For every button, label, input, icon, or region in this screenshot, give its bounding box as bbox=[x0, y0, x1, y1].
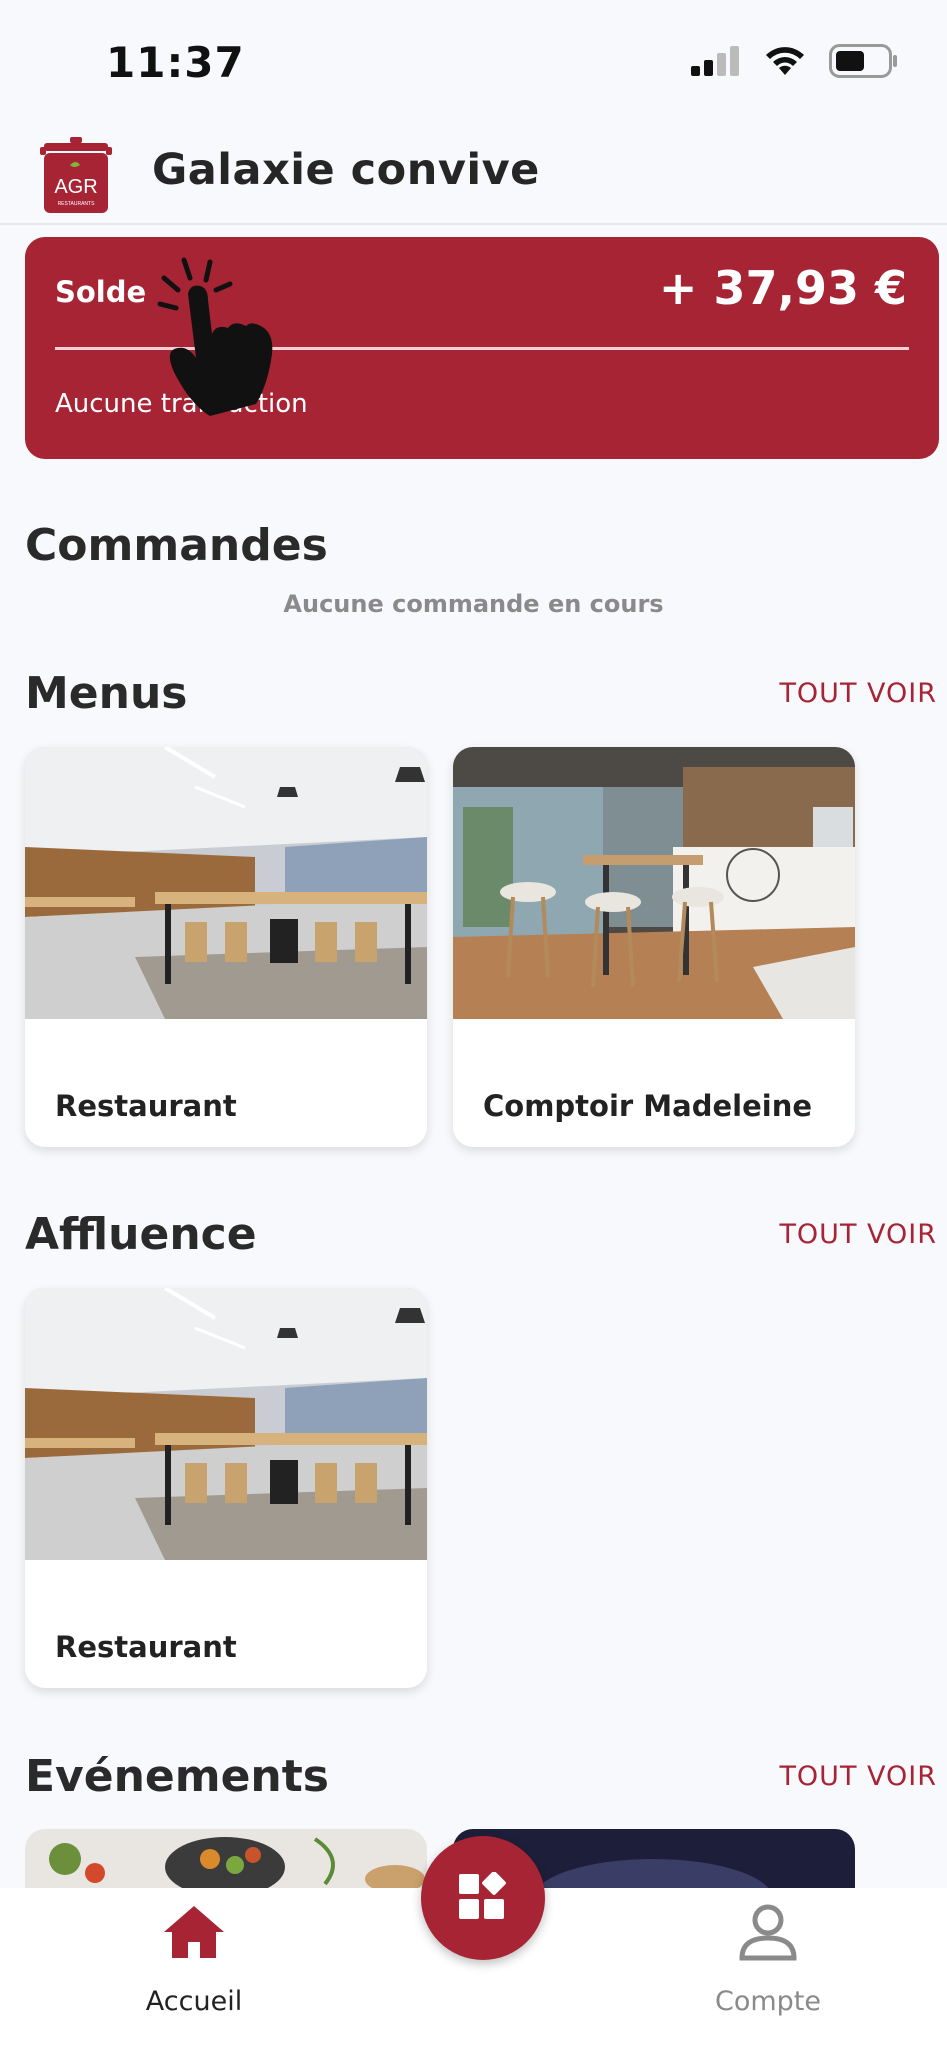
tab-accueil[interactable]: Accueil bbox=[84, 1888, 304, 2017]
app-header: AGR RESTAURANTS Galaxie convive bbox=[0, 125, 947, 225]
affluence-card-restaurant[interactable]: Restaurant bbox=[25, 1288, 427, 1688]
app-title: Galaxie convive bbox=[152, 145, 540, 195]
restaurant-photo bbox=[25, 747, 427, 1019]
menu-card-comptoir-madeleine[interactable]: Comptoir Madeleine bbox=[453, 747, 855, 1147]
logo-text: AGR bbox=[54, 176, 97, 198]
restaurant-photo bbox=[25, 1288, 427, 1560]
menu-card-label: Restaurant bbox=[55, 1089, 237, 1123]
home-icon bbox=[164, 1906, 224, 1958]
events-title: Evénements bbox=[25, 1751, 329, 1802]
user-icon bbox=[739, 1904, 797, 1961]
balance-amount: + 37,93 € bbox=[658, 261, 907, 315]
menus-title: Menus bbox=[25, 668, 188, 719]
status-icons bbox=[691, 44, 899, 78]
menu-card-restaurant[interactable]: Restaurant bbox=[25, 747, 427, 1147]
balance-label: Solde bbox=[55, 275, 147, 309]
services-fab-button[interactable] bbox=[421, 1836, 545, 1960]
signal-icon bbox=[691, 46, 739, 76]
menu-card-label: Comptoir Madeleine bbox=[483, 1089, 813, 1123]
orders-title: Commandes bbox=[25, 520, 328, 571]
battery-icon bbox=[829, 44, 897, 78]
affluence-title: Affluence bbox=[25, 1209, 257, 1260]
menus-see-all-link[interactable]: TOUT VOIR bbox=[779, 678, 937, 709]
orders-empty-message: Aucune commande en cours bbox=[283, 590, 664, 618]
affluence-card-label: Restaurant bbox=[55, 1630, 237, 1664]
status-time: 11:37 bbox=[106, 38, 245, 87]
events-see-all-link[interactable]: TOUT VOIR bbox=[779, 1761, 937, 1792]
tab-label-compte: Compte bbox=[714, 1986, 821, 2017]
widgets-icon bbox=[459, 1872, 506, 1919]
status-bar: 11:37 bbox=[0, 0, 947, 125]
logo-subtext: RESTAURANTS bbox=[58, 201, 96, 207]
event-card-food-photo[interactable] bbox=[25, 1829, 427, 1889]
comptoir-photo bbox=[453, 747, 855, 1019]
wifi-icon bbox=[766, 47, 804, 75]
affluence-see-all-link[interactable]: TOUT VOIR bbox=[779, 1219, 937, 1250]
tab-compte[interactable]: Compte bbox=[658, 1888, 878, 2017]
tab-label-accueil: Accueil bbox=[145, 1986, 243, 2017]
tap-hint-hand-icon bbox=[157, 257, 273, 416]
agr-logo: AGR RESTAURANTS bbox=[40, 137, 112, 213]
